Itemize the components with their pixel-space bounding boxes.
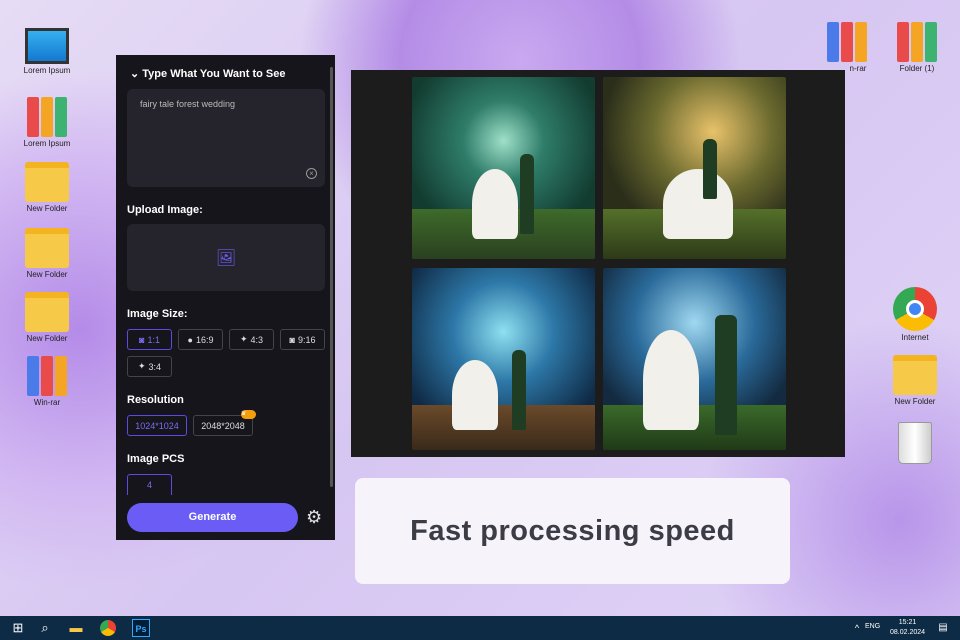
generate-button[interactable]: Generate xyxy=(127,503,298,532)
size-9-16[interactable]: ◙ 9:16 xyxy=(280,329,325,350)
desktop-icon-winrar-right[interactable]: n-rar xyxy=(812,22,882,73)
image-pcs-label: Image PCS xyxy=(127,453,185,465)
winrar-icon xyxy=(825,22,869,62)
photoshop-icon[interactable]: Ps xyxy=(132,619,150,637)
chevron-down-icon: ⌄ xyxy=(130,68,143,80)
language-indicator[interactable]: ENG xyxy=(865,623,880,630)
folder-icon xyxy=(25,228,69,268)
generated-images-viewer xyxy=(351,70,845,457)
winrar-icon xyxy=(25,356,69,396)
trash-icon xyxy=(898,422,932,464)
binder-icon xyxy=(895,22,939,62)
resolution-2048[interactable]: 2048*2048 ♛ xyxy=(193,410,256,436)
upload-image-dropzone[interactable]: 🖼 xyxy=(127,224,325,291)
desktop-icon-new-folder-right[interactable]: New Folder xyxy=(880,355,950,406)
size-4-3[interactable]: ✦ 4:3 xyxy=(229,329,274,350)
scrollbar[interactable] xyxy=(330,67,333,487)
resolution-label: Resolution xyxy=(127,394,184,406)
gear-icon[interactable]: ⚙ xyxy=(306,507,322,528)
feature-caption: Fast processing speed xyxy=(355,478,790,584)
desktop-icon-lorem-ipsum[interactable]: Lorem Ipsum xyxy=(12,28,82,75)
taskbar: ⊞ ⌕ ▬ Ps ^ ENG 15:21 08.02.2024 ▤ xyxy=(0,616,960,640)
generated-image-1[interactable] xyxy=(412,77,595,259)
ai-image-generator-panel: ⌄ Type What You Want to See fairy tale f… xyxy=(116,55,335,540)
file-explorer-icon[interactable]: ▬ xyxy=(67,619,85,637)
binder-icon xyxy=(25,97,69,137)
clock[interactable]: 15:21 08.02.2024 xyxy=(890,618,925,638)
image-size-label: Image Size: xyxy=(127,308,188,320)
folder-icon xyxy=(25,292,69,332)
folder-icon xyxy=(893,355,937,395)
pcs-value[interactable]: 4 xyxy=(127,474,172,495)
desktop-icon-lorem-ipsum-2[interactable]: Lorem Ipsum xyxy=(12,97,82,148)
desktop-icon-new-folder-2[interactable]: New Folder xyxy=(12,228,82,279)
add-image-icon: 🖼 xyxy=(215,249,237,267)
upload-label: Upload Image: xyxy=(127,204,203,216)
desktop-icon-new-folder-3[interactable]: New Folder xyxy=(12,292,82,343)
desktop-icon-internet[interactable]: Internet xyxy=(880,287,950,342)
recycle-bin[interactable] xyxy=(880,422,950,466)
prompt-input[interactable]: fairy tale forest wedding × xyxy=(127,89,325,187)
section-header[interactable]: ⌄ Type What You Want to See xyxy=(130,67,286,80)
resolution-1024[interactable]: 1024*1024 xyxy=(127,415,187,436)
folder-icon xyxy=(25,162,69,202)
size-3-4[interactable]: ✦ 3:4 xyxy=(127,356,172,377)
chevron-up-icon[interactable]: ^ xyxy=(848,619,866,637)
windows-start-icon[interactable]: ⊞ xyxy=(9,619,27,637)
instagram-icon: ◙ xyxy=(289,334,295,345)
chrome-icon[interactable] xyxy=(100,620,116,636)
size-1-1[interactable]: ◙ 1:1 xyxy=(127,329,172,350)
desktop-icon-winrar[interactable]: Win-rar xyxy=(12,356,82,407)
search-icon[interactable]: ⌕ xyxy=(36,619,54,637)
computer-icon xyxy=(25,28,69,64)
clear-icon[interactable]: × xyxy=(306,168,317,179)
generated-image-3[interactable] xyxy=(412,268,595,450)
generated-image-2[interactable] xyxy=(603,77,786,259)
facebook-icon: ● xyxy=(187,334,193,345)
instagram-icon: ◙ xyxy=(139,334,145,345)
desktop-icon-folder-1[interactable]: Folder (1) xyxy=(882,22,952,73)
twitter-icon: ✦ xyxy=(239,334,248,344)
desktop-icon-new-folder[interactable]: New Folder xyxy=(12,162,82,213)
size-16-9[interactable]: ● 16:9 xyxy=(178,329,223,350)
chrome-icon xyxy=(893,287,937,331)
generated-image-4[interactable] xyxy=(603,268,786,450)
crown-icon: ♛ xyxy=(241,410,256,419)
notification-icon[interactable]: ▤ xyxy=(934,619,952,637)
twitter-icon: ✦ xyxy=(137,361,146,371)
